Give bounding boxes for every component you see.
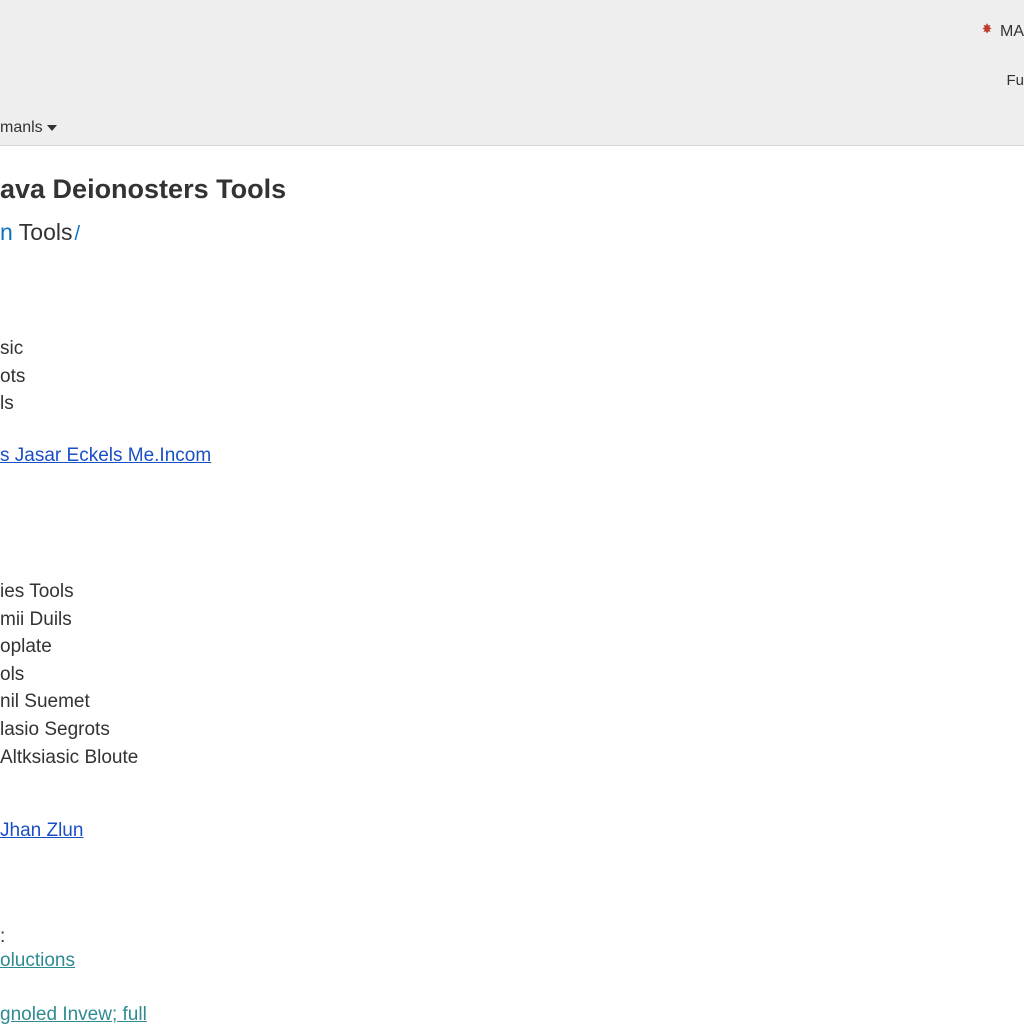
link-oluctions[interactable]: oluctions	[0, 950, 75, 972]
link-invew[interactable]: gnoled Invew; full	[0, 1004, 147, 1024]
related-colon: :	[0, 926, 1024, 948]
nav-dropdown-label: manls	[0, 119, 43, 137]
list-item: nil Suemet	[0, 689, 1024, 715]
breadcrumb-lead[interactable]: n	[0, 219, 13, 245]
breadcrumb-slash: /	[74, 223, 80, 245]
header-subright-label: Fu	[1006, 72, 1024, 89]
list-item: ols	[0, 662, 1024, 688]
breadcrumb-main: Tools	[13, 219, 73, 245]
main-content: ava Deionosters Tools n Tools/ sic ots l…	[0, 146, 1024, 1024]
page-header: MA Fu manls	[0, 0, 1024, 146]
header-topright: MA	[980, 22, 1024, 41]
list-item: ots	[0, 364, 1024, 390]
list-item: lasio Segrots	[0, 717, 1024, 743]
page-title: ava Deionosters Tools	[0, 174, 1024, 205]
list-item: oplate	[0, 634, 1024, 660]
breadcrumb: n Tools/	[0, 219, 1024, 246]
related-links: : oluctions gnoled Invew; full mt	[0, 926, 1024, 1024]
list-item: sic	[0, 336, 1024, 362]
list-group-2: ies Tools mii Duils oplate ols nil Sueme…	[0, 579, 1024, 770]
list-item: ies Tools	[0, 579, 1024, 605]
nav-dropdown[interactable]: manls	[0, 119, 57, 137]
link-jasar-eckels[interactable]: s Jasar Eckels Me.Incom	[0, 445, 211, 467]
chevron-down-icon	[47, 125, 57, 131]
list-item: ls	[0, 391, 1024, 417]
list-group-1: sic ots ls	[0, 336, 1024, 417]
link-jhan-zlun[interactable]: Jhan Zlun	[0, 820, 83, 842]
list-item: Altksiasic Bloute	[0, 745, 1024, 771]
maple-leaf-icon	[980, 22, 994, 41]
list-item: mii Duils	[0, 607, 1024, 633]
header-topright-label: MA	[1000, 23, 1024, 41]
